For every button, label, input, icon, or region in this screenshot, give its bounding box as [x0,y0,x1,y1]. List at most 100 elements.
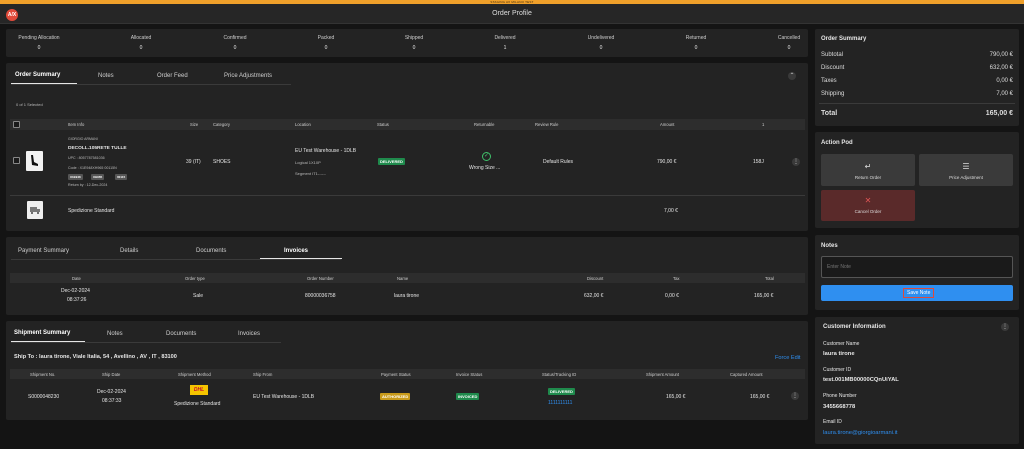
ship-to-address: Ship To : laura tirone, Viale Italia, 54… [14,354,177,360]
col-amount: Amount [660,122,675,127]
email-link[interactable]: laura.tirone@giorgioarmani.it [823,430,898,436]
stat-delivered: Delivered 1 [480,35,530,51]
tab-notes[interactable]: Notes [98,73,114,79]
shipment-method: Spedizione Standard [174,401,221,407]
summary-total: Total 165,00 € [821,110,1013,117]
shipment-from: EU Test Warehouse - 1DLB [253,394,315,400]
stat-pending-allocation: Pending Allocation 0 [10,35,68,51]
order-items-panel: Order Summary Notes Order Feed Price Adj… [6,63,808,231]
cancel-order-button[interactable]: ✕ Cancel Order [821,190,915,221]
col-review-rule: Review Rule [535,122,559,127]
dhl-logo: DHL [190,385,208,395]
action-pod-title: Action Pod [821,140,853,146]
invoice-time: 08:37:26 [67,297,87,303]
stat-label: Returned [685,35,707,41]
summary-value: 7,00 € [996,91,1013,97]
invoice-tax: 0,00 € [665,293,679,299]
email-label: Email ID [823,419,842,425]
invoice-order-number: 80000036758 [305,293,336,299]
col-invoice-status: Invoice Status [456,372,483,377]
tab-order-feed[interactable]: Order Feed [157,73,188,79]
selection-count: 0 of 1 Selected [16,102,43,107]
payment-status-badge: AUTHORIZED [380,393,411,400]
customer-panel: Customer Information ⋮ Customer Name lau… [815,317,1019,444]
note-input[interactable] [821,256,1013,278]
customer-menu-kebab-icon[interactable]: ⋮ [1001,323,1009,331]
summary-label: Subtotal [821,52,844,58]
tab-payment-summary[interactable]: Payment Summary [18,248,69,254]
save-note-button[interactable]: Save Note [821,285,1013,301]
col-total: Total [765,276,774,281]
notes-panel: Notes Save Note [815,235,1019,310]
stat-confirmed: Confirmed 0 [210,35,260,51]
stat-value: 1 [503,45,507,51]
tab-divider [11,259,341,260]
product-thumbnail[interactable] [26,151,43,171]
stat-packed: Packed 0 [301,35,351,51]
item-tag: X1E948 [68,174,83,180]
col-shipment-no: Shipment No. [30,372,56,377]
item-tag: XH965 [91,174,105,180]
col-shipment-method: Shipment Method [178,372,211,377]
check-circle-icon: ✓ [482,152,491,161]
item-category: SHOES [213,159,231,165]
status-badge: DELIVERED [378,158,405,165]
col-shipment-amount: Shipment Amount [646,372,680,377]
item-review-rule: Default Rules [543,159,574,165]
shipment-menu-kebab-icon[interactable]: ⋮ [791,392,799,400]
stat-undelivered: Undelivered 0 [576,35,626,51]
action-pod-panel: Action Pod ↵ Return Order ☰ Price Adjust… [815,132,1019,228]
top-bar: A/X Order Profile [0,4,1024,24]
collapse-chevron-icon[interactable]: ⌃ [788,72,796,80]
phone-number: 3455668778 [823,404,856,410]
col-name: Name [397,276,409,281]
price-adjustment-button[interactable]: ☰ Price Adjustment [919,154,1013,186]
tab-details[interactable]: Details [120,248,138,254]
tracking-id-link[interactable]: 1111111111 [548,400,572,406]
invoice-table-header: Date Order type Order Number Name Discou… [10,273,805,283]
customer-id: test.001MB00000CQnUiYAL [823,377,899,383]
return-order-button[interactable]: ↵ Return Order [821,154,915,186]
summary-divider [819,103,1015,104]
stat-label: Allocated [130,35,152,41]
summary-value: 790,00 € [989,52,1013,58]
row-divider [10,195,805,196]
item-menu-kebab-icon[interactable]: ⋮ [792,158,800,166]
tab-price-adjustments[interactable]: Price Adjustments [224,73,272,79]
item-checkbox[interactable] [13,157,20,164]
col-ship-from: Ship From [253,372,273,377]
tab-order-summary[interactable]: Order Summary [15,72,60,78]
shipment-table-header: Shipment No. Ship Date Shipment Method S… [10,369,805,379]
col-order-number: Order Number [307,276,334,281]
item-extra: 158J [753,159,764,165]
tab-documents[interactable]: Documents [196,248,226,254]
tab-invoices[interactable]: Invoices [238,331,260,337]
col-location: Location [295,122,311,127]
force-edit-link[interactable]: Force Edit [775,355,801,361]
stat-value: 0 [694,45,698,51]
summary-total-value: 165,00 € [985,110,1013,117]
summary-value: 632,00 € [989,65,1013,71]
status-counts-panel: Pending Allocation 0 Allocated 0 Confirmed… [6,29,808,57]
col-date: Date [72,276,81,281]
select-all-checkbox[interactable] [13,121,20,128]
stat-value: 0 [139,45,143,51]
col-count: 1 [762,122,765,127]
summary-label: Discount [821,65,845,71]
col-order-type: Order type [185,276,205,281]
item-segment: Segment IT1------ [295,171,326,176]
phone-label: Phone Number [823,393,857,399]
item-location: EU Test Warehouse - 1DLB [295,148,357,154]
tab-documents[interactable]: Documents [166,331,196,337]
col-ship-date: Ship Date [102,372,121,377]
tab-notes[interactable]: Notes [107,331,123,337]
tab-shipment-summary[interactable]: Shipment Summary [14,330,70,336]
invoice-total: 165,00 € [754,293,774,299]
invoice-discount: 632,00 € [584,293,604,299]
col-category: Category [213,122,230,127]
tab-invoices[interactable]: Invoices [284,248,308,254]
summary-taxes: Taxes 0,00 € [821,78,1013,84]
invoice-status-badge: INVOICED [456,393,480,400]
sliders-icon: ☰ [962,162,970,171]
stat-label: Pending Allocation [18,35,60,41]
